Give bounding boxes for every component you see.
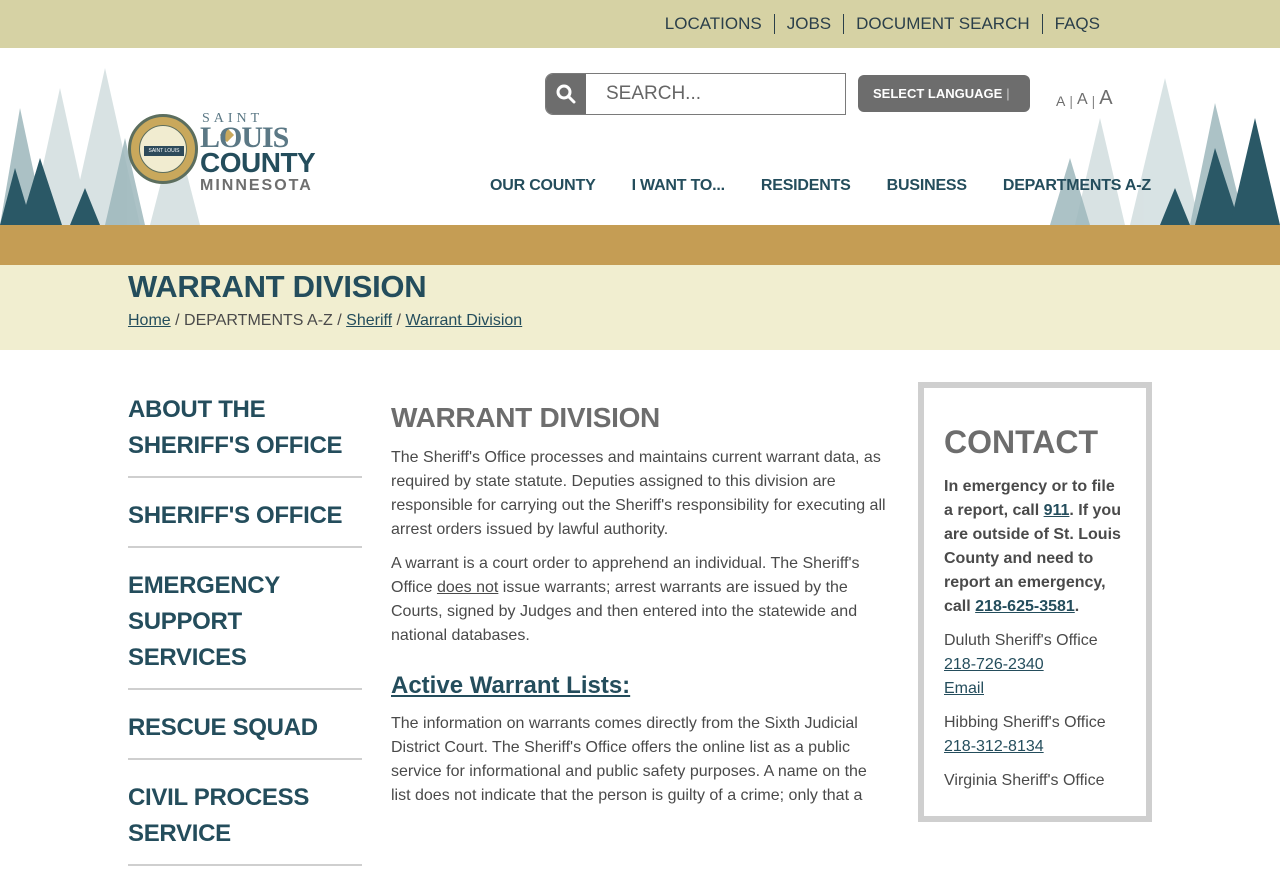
breadcrumb-warrant-division[interactable]: Warrant Division <box>405 312 522 329</box>
sidebar-item: RESCUE SQUAD <box>128 710 362 760</box>
emergency-phone-link[interactable]: 218-625-3581 <box>975 598 1075 615</box>
page-title-area: WARRANT DIVISION Home / DEPARTMENTS A-Z … <box>0 265 1280 350</box>
search-button[interactable] <box>546 74 586 114</box>
breadcrumb: Home / DEPARTMENTS A-Z / Sheriff / Warra… <box>128 312 522 330</box>
content-paragraph: A warrant is a court order to apprehend … <box>391 555 860 644</box>
site-header: SAINT LOUIS SAINT LOUIS COUNTY MINNESOTA… <box>0 48 1280 225</box>
active-warrant-lists-heading: Active Warrant Lists: <box>391 672 886 700</box>
contact-office-hibbing: Hibbing Sheriff's Office 218-312-8134 <box>944 711 1126 759</box>
font-size-small-button[interactable]: A <box>1054 94 1067 108</box>
content-heading: WARRANT DIVISION <box>391 402 660 433</box>
office-name: Duluth Sheriff's Office <box>944 632 1098 649</box>
breadcrumb-separator: / <box>170 312 185 329</box>
sidebar-item: CIVIL PROCESS SERVICE <box>128 780 362 866</box>
active-warrant-lists-link[interactable]: Active Warrant Lists: <box>391 672 630 699</box>
nav-our-county[interactable]: OUR COUNTY <box>490 177 596 195</box>
search-box <box>545 73 846 115</box>
logo-county: COUNTY <box>200 147 316 178</box>
contact-box: CONTACT In emergency or to file a report… <box>918 382 1152 822</box>
office-phone-link[interactable]: 218-726-2340 <box>944 656 1044 673</box>
sidebar-item: EMERGENCY SUPPORT SERVICES <box>128 568 362 690</box>
utility-bar: LOCATIONS JOBS DOCUMENT SEARCH FAQS <box>0 0 1280 48</box>
office-email-link[interactable]: Email <box>944 680 984 697</box>
breadcrumb-sheriff[interactable]: Sheriff <box>346 312 392 329</box>
select-language-separator: | <box>1006 86 1010 101</box>
select-language-button[interactable]: SELECT LANGUAGE | <box>858 75 1030 112</box>
contact-office-duluth: Duluth Sheriff's Office 218-726-2340 Ema… <box>944 629 1126 701</box>
breadcrumb-separator: / <box>392 312 406 329</box>
utility-link-faqs[interactable]: FAQS <box>1041 14 1112 34</box>
contact-heading: CONTACT <box>944 424 1099 460</box>
county-seal-icon: SAINT LOUIS <box>128 114 198 184</box>
county-logo[interactable]: SAINT LOUIS SAINT LOUIS COUNTY MINNESOTA <box>126 112 346 202</box>
office-name: Hibbing Sheriff's Office <box>944 714 1106 731</box>
font-size-controls: A | A | A <box>1054 84 1115 108</box>
search-icon <box>556 84 576 104</box>
utility-nav: LOCATIONS JOBS DOCUMENT SEARCH FAQS <box>653 0 1112 48</box>
content-paragraph: The information on warrants comes direct… <box>391 715 867 804</box>
sidebar-item-civil-process-service[interactable]: CIVIL PROCESS SERVICE <box>128 780 362 852</box>
breadcrumb-departments: DEPARTMENTS A-Z <box>184 312 333 329</box>
sidebar-item: SHERIFF'S OFFICE <box>128 498 362 548</box>
page-title: WARRANT DIVISION <box>128 269 427 304</box>
breadcrumb-home[interactable]: Home <box>128 312 171 329</box>
sidebar-item: ABOUT THE SHERIFF'S OFFICE <box>128 392 362 478</box>
search-input[interactable] <box>586 74 845 114</box>
logo-state: MINNESOTA <box>200 177 313 194</box>
sidebar-item-emergency-support-services[interactable]: EMERGENCY SUPPORT SERVICES <box>128 568 362 676</box>
nav-business[interactable]: BUSINESS <box>887 177 967 195</box>
office-name: Virginia Sheriff's Office <box>944 772 1105 789</box>
sidebar-nav: ABOUT THE SHERIFF'S OFFICE SHERIFF'S OFF… <box>128 392 362 886</box>
office-phone-link[interactable]: 218-312-8134 <box>944 738 1044 755</box>
main-nav: OUR COUNTY I WANT TO... RESIDENTS BUSINE… <box>472 174 1151 198</box>
nav-residents[interactable]: RESIDENTS <box>761 177 851 195</box>
font-size-separator: | <box>1091 93 1096 109</box>
contact-office-virginia: Virginia Sheriff's Office <box>944 769 1126 793</box>
emphasis-does-not: does not <box>436 579 499 596</box>
header-divider-band <box>0 225 1280 265</box>
utility-link-document-search[interactable]: DOCUMENT SEARCH <box>843 14 1041 34</box>
sidebar-item-sheriffs-office[interactable]: SHERIFF'S OFFICE <box>128 498 362 534</box>
sidebar-item-rescue-squad[interactable]: RESCUE SQUAD <box>128 710 362 746</box>
main-content: WARRANT DIVISION The Sheriff's Office pr… <box>391 402 886 818</box>
content-paragraph: The Sheriff's Office processes and maint… <box>391 449 886 538</box>
sidebar-item-about-sheriffs-office[interactable]: ABOUT THE SHERIFF'S OFFICE <box>128 392 362 464</box>
utility-link-jobs[interactable]: JOBS <box>773 14 843 34</box>
nav-departments-a-z[interactable]: DEPARTMENTS A-Z <box>1003 177 1151 195</box>
utility-link-locations[interactable]: LOCATIONS <box>653 14 774 34</box>
breadcrumb-separator: / <box>332 312 347 329</box>
font-size-large-button[interactable]: A <box>1097 88 1114 108</box>
font-size-separator: | <box>1069 93 1073 109</box>
nav-i-want-to[interactable]: I WANT TO... <box>632 177 726 195</box>
phone-911-link[interactable]: 911 <box>1044 502 1070 519</box>
contact-emergency-text: In emergency or to file a report, call 9… <box>944 478 1121 615</box>
logo-wordmark: SAINT LOUIS COUNTY MINNESOTA <box>200 112 350 196</box>
select-language-label: SELECT LANGUAGE <box>873 86 1003 101</box>
font-size-medium-button[interactable]: A <box>1075 92 1090 108</box>
